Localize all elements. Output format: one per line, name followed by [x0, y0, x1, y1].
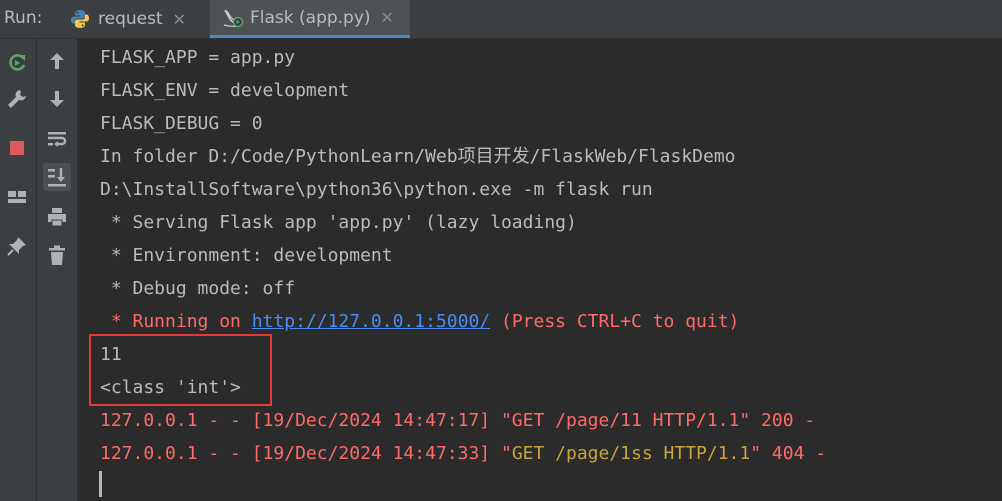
server-url-link[interactable]: http://127.0.0.1:5000/	[252, 311, 490, 332]
wrench-icon[interactable]	[4, 86, 30, 112]
console-line: FLASK_ENV = development	[100, 80, 350, 101]
pin-icon[interactable]	[4, 233, 30, 259]
trash-icon[interactable]	[44, 242, 70, 268]
tab-request[interactable]: request ✕	[70, 0, 210, 38]
console-line-request: 127.0.0.1 - - [19/Dec/2024 14:47:17] "GE…	[100, 410, 816, 431]
flask-icon	[223, 9, 244, 27]
console-line: D:\InstallSoftware\python36\python.exe -…	[100, 179, 653, 200]
tab-flask-label: Flask (app.py)	[250, 7, 371, 28]
console-line-request-404: 127.0.0.1 - - [19/Dec/2024 14:47:33] "GE…	[100, 437, 826, 470]
run-label: Run:	[4, 8, 43, 28]
console-line: FLASK_APP = app.py	[100, 47, 296, 68]
request-prefix: 127.0.0.1 - - [19/Dec/2024 14:47:33] "	[100, 443, 512, 464]
arrow-down-icon[interactable]	[44, 86, 70, 112]
request-path: GET /page/1ss HTTP/1.1	[511, 443, 751, 464]
console-line: * Serving Flask app 'app.py' (lazy loadi…	[100, 212, 577, 233]
running-suffix: (Press CTRL+C to quit)	[490, 311, 740, 332]
console-line: * Environment: development	[100, 245, 393, 266]
run-tab-bar: Run: request ✕ Flask (app.py) ✕	[0, 0, 1002, 39]
scroll-to-end-icon[interactable]	[43, 163, 71, 191]
console-toolbar	[37, 39, 78, 501]
run-toolbar	[0, 39, 37, 501]
running-prefix: * Running on	[100, 311, 252, 332]
text-caret	[99, 471, 102, 497]
request-suffix: " 404 -	[750, 443, 827, 464]
console-line: In folder D:/Code/PythonLearn/Web项目开发/Fl…	[100, 146, 736, 167]
annotation-highlight-box	[89, 334, 272, 406]
console-line: FLASK_DEBUG = 0	[100, 113, 263, 134]
arrow-up-icon[interactable]	[44, 48, 70, 74]
rerun-icon[interactable]	[4, 50, 30, 76]
console-line: * Debug mode: off	[100, 278, 296, 299]
layout-icon[interactable]	[4, 184, 30, 210]
soft-wrap-icon[interactable]	[44, 126, 70, 152]
print-icon[interactable]	[44, 204, 70, 230]
console-output[interactable]: FLASK_APP = app.py FLASK_ENV = developme…	[78, 39, 1002, 501]
tab-request-label: request	[98, 9, 163, 29]
tab-flask-app[interactable]: Flask (app.py) ✕	[210, 0, 410, 38]
stop-icon[interactable]	[4, 135, 30, 161]
close-icon[interactable]: ✕	[381, 8, 394, 27]
close-icon[interactable]: ✕	[173, 10, 186, 29]
python-icon	[71, 10, 89, 28]
